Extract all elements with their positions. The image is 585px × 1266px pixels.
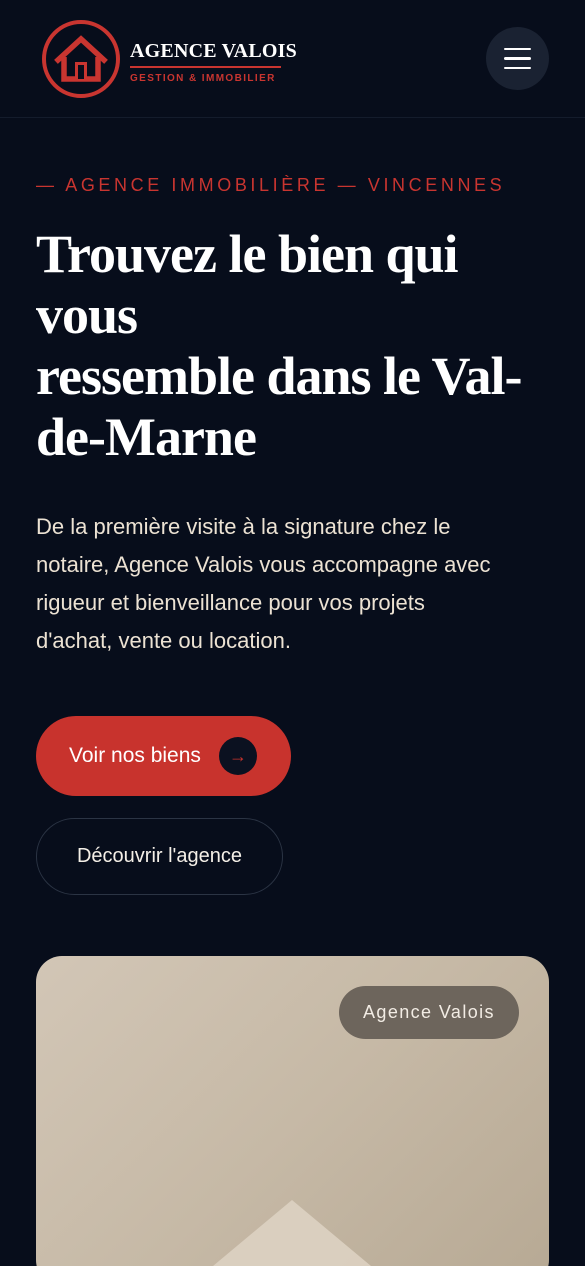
headline-line: Trouvez le bien qui [36,224,459,284]
agency-badge: Agence Valois [339,986,519,1039]
hamburger-menu-icon-bar [504,57,531,60]
lead-line: rigueur et bienveillance pour vos projet… [36,590,425,615]
hamburger-menu-icon [504,47,531,51]
hero-headline: Trouvez le bien qui vous ressemble dans … [36,224,556,468]
brand-divider [130,65,281,68]
view-properties-label: Voir nos biens [69,744,201,767]
headline-line: de-Marne [36,407,257,467]
hero-eyebrow: — AGENCE IMMOBILIÈRE — VINCENNES [36,175,506,195]
brand-name: AGENCE VALOIS [130,39,297,62]
brand-tagline: GESTION & IMMOBILIER [130,72,276,84]
discover-agency-label: Découvrir l'agence [76,845,242,867]
hero-image-card: Agence Valois [36,956,549,1266]
brand-logo[interactable]: AGENCE VALOIS GESTION & IMMOBILIER [41,19,297,99]
headline-line: vous [36,285,138,345]
brand-text: AGENCE VALOIS GESTION & IMMOBILIER [130,39,297,84]
discover-agency-button[interactable]: Découvrir l'agence [36,818,283,895]
view-properties-button[interactable]: Voir nos biens → [36,716,291,796]
agency-badge-label: Agence Valois [363,1002,495,1022]
house-icon [42,20,120,98]
hamburger-menu-icon-bar [504,66,531,70]
headline-line: ressemble dans le Val- [36,346,523,406]
arrow-right-icon: → [219,737,257,775]
lead-line: notaire, Agence Valois vous accompagne a… [36,552,491,577]
lead-line: d'achat, vente ou location. [36,628,291,653]
menu-button[interactable] [486,27,549,90]
lead-line: De la première visite à la signature che… [36,514,451,539]
hero-lead: De la première visite à la signature che… [36,508,551,660]
site-header: AGENCE VALOIS GESTION & IMMOBILIER [0,0,585,118]
